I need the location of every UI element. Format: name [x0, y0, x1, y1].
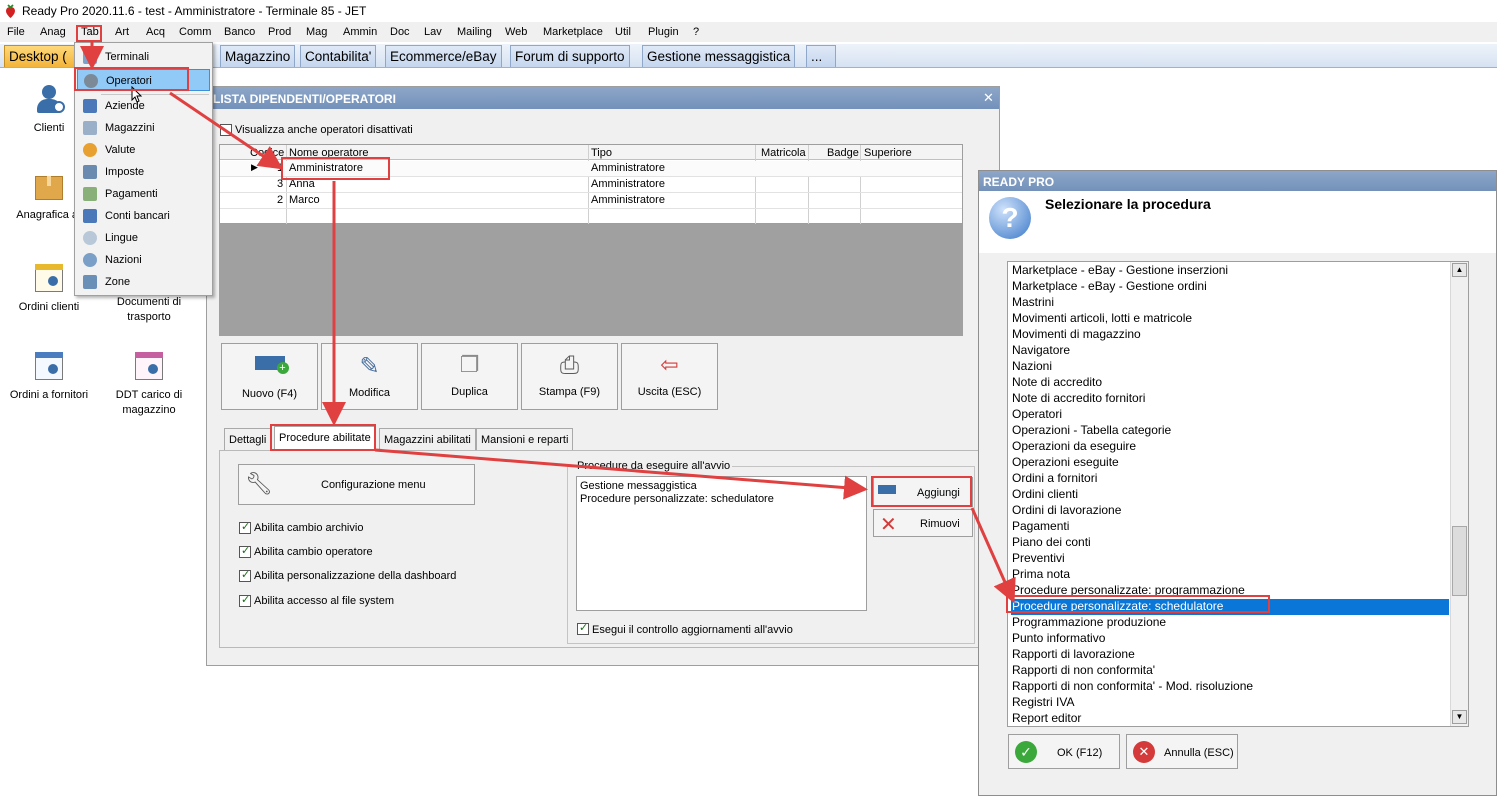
annotation-arrows — [80, 42, 1016, 604]
